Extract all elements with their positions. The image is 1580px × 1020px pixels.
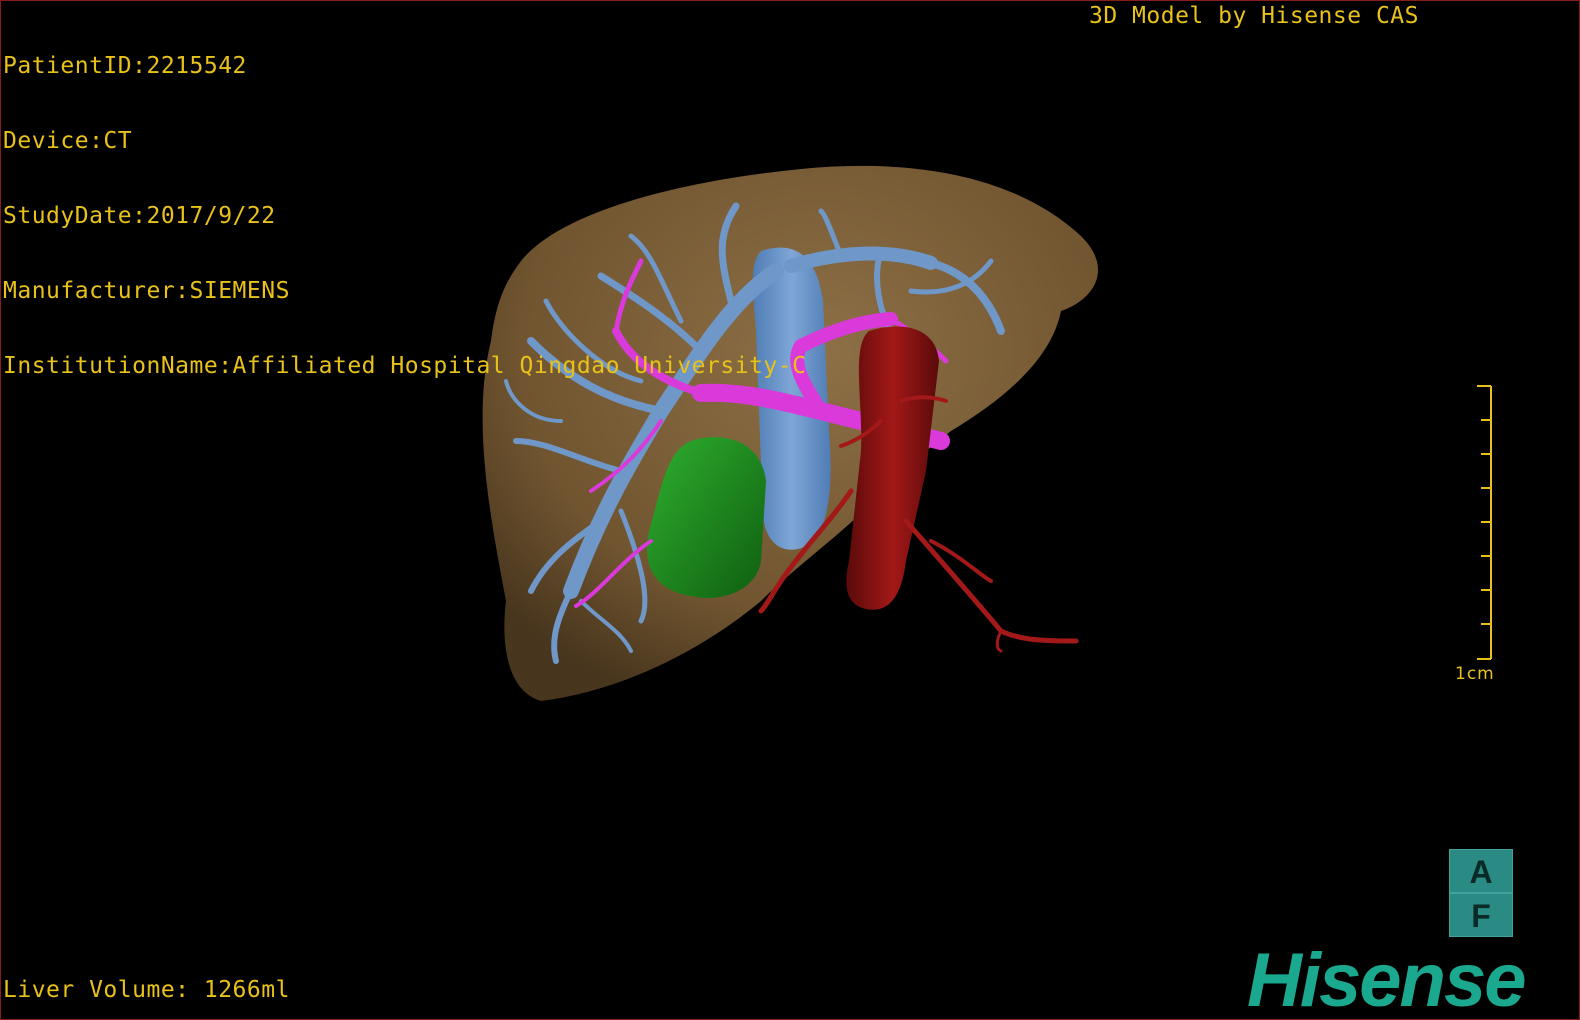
- model-brand-line: 3D Model by Hisense CAS: [1089, 3, 1419, 29]
- inferior-vena-cava: [846, 326, 939, 610]
- manufacturer: Manufacturer:SIEMENS: [3, 278, 290, 304]
- institution-name: InstitutionName:Affiliated Hospital Qing…: [3, 353, 807, 379]
- 3d-viewport[interactable]: PatientID:2215542 Device:CT StudyDate:20…: [0, 0, 1580, 1020]
- patient-id: PatientID:2215542: [3, 53, 247, 79]
- scale-label: 1cm: [1455, 664, 1495, 684]
- orientation-face-anterior[interactable]: A: [1449, 849, 1513, 893]
- liver-volume: Liver Volume: 1266ml: [3, 977, 290, 1003]
- orientation-face-foot[interactable]: F: [1449, 893, 1513, 937]
- study-date: StudyDate:2017/9/22: [3, 203, 276, 229]
- patient-info-overlay: PatientID:2215542 Device:CT StudyDate:20…: [3, 4, 806, 429]
- device: Device:CT: [3, 128, 133, 154]
- orientation-cube[interactable]: A F: [1449, 849, 1513, 939]
- hisense-logo: Hisense: [1247, 938, 1526, 1020]
- scale-bar: [1477, 385, 1492, 660]
